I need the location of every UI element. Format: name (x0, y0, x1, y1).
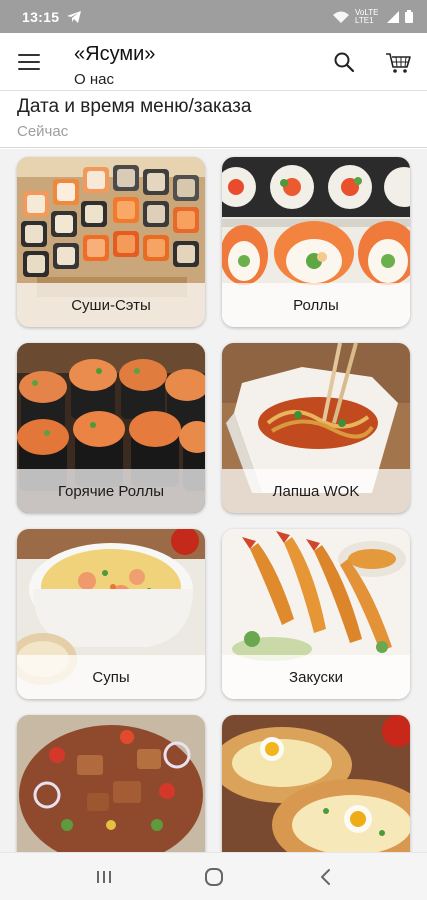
category-label: Лапша WOK (222, 469, 410, 513)
category-label: Закуски (222, 655, 410, 699)
khachapuri-image (222, 715, 410, 852)
signal-icon (387, 10, 399, 23)
status-bar: 13:15 VoLTE LTE1 (0, 0, 427, 33)
category-label: Горячие Роллы (17, 469, 205, 513)
category-card-starters[interactable]: Закуски (222, 529, 410, 699)
cart-icon[interactable] (384, 48, 412, 76)
menu-icon[interactable] (18, 53, 40, 71)
wifi-icon (333, 11, 349, 23)
order-time-value: Сейчас (17, 123, 69, 140)
telegram-icon (67, 10, 82, 23)
category-label: Роллы (222, 283, 410, 327)
about-link[interactable]: О нас (74, 71, 114, 88)
category-card-hot-rolls[interactable]: Горячие Роллы (17, 343, 205, 513)
system-navigation-bar (0, 852, 427, 900)
category-card-rolls[interactable]: Роллы (222, 157, 410, 327)
recents-icon[interactable] (92, 865, 116, 889)
app-bar: «Ясуми» О нас (0, 33, 427, 91)
restaurant-title: «Ясуми» (74, 43, 156, 65)
status-time: 13:15 (22, 8, 60, 25)
category-grid: Суши-Сэты Роллы Горячие Роллы Лапша WOK … (0, 149, 427, 852)
category-card-soups[interactable]: Супы (17, 529, 205, 699)
order-time-label: Дата и время меню/заказа (17, 96, 252, 117)
order-time-selector[interactable]: Дата и время меню/заказа Сейчас (0, 92, 427, 148)
network-type: VoLTE LTE1 (355, 7, 379, 25)
search-icon[interactable] (332, 50, 356, 74)
category-card-sushi-sets[interactable]: Суши-Сэты (17, 157, 205, 327)
salad-image (17, 715, 205, 852)
category-card-salads[interactable] (17, 715, 205, 852)
home-icon[interactable] (202, 865, 226, 889)
category-label: Супы (17, 655, 205, 699)
category-label: Суши-Сэты (17, 283, 205, 327)
back-icon[interactable] (314, 865, 338, 889)
category-card-wok-noodles[interactable]: Лапша WOK (222, 343, 410, 513)
category-card-khachapuri[interactable] (222, 715, 410, 852)
battery-icon (405, 10, 413, 23)
